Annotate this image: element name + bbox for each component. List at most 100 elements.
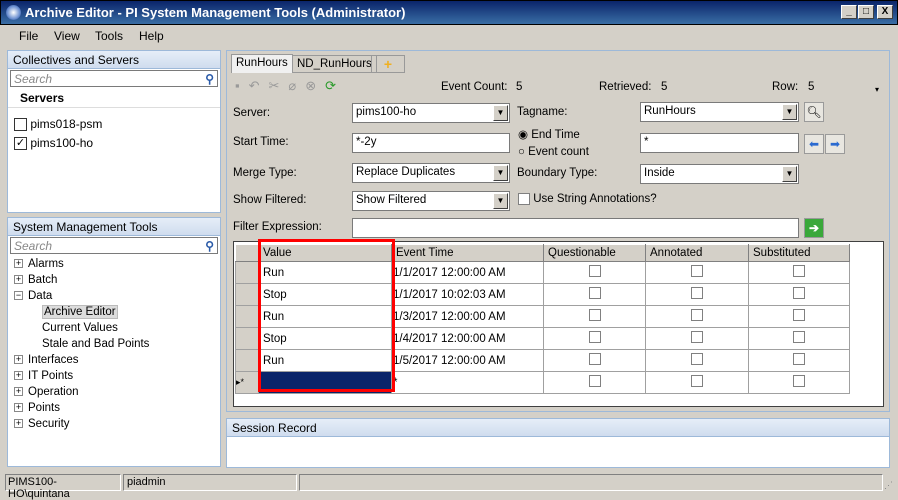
row-header[interactable] (235, 305, 259, 328)
save-icon[interactable]: ▪ (235, 78, 249, 93)
delete-icon[interactable]: ⊗ (305, 78, 325, 93)
row-header[interactable] (235, 349, 259, 372)
substituted-cell[interactable] (748, 305, 850, 328)
resize-grip-icon[interactable]: ⋰ (884, 480, 893, 491)
menu-view[interactable]: View (54, 29, 80, 43)
filter-expression-input[interactable] (352, 218, 799, 238)
column-header-event-time[interactable]: Event Time (391, 244, 544, 262)
menu-file[interactable]: File (19, 29, 38, 43)
apply-filter-button[interactable]: ➔ (804, 218, 824, 238)
menu-help[interactable]: Help (139, 29, 164, 43)
cut-icon[interactable]: ✂ (269, 78, 289, 93)
merge-type-select[interactable]: Replace Duplicates ▼ (352, 163, 510, 183)
end-time-input[interactable]: * (640, 133, 799, 153)
substituted-checkbox[interactable] (793, 287, 805, 299)
expand-icon[interactable]: + (14, 275, 23, 285)
start-time-input[interactable]: *-2y (352, 133, 510, 153)
annotated-checkbox[interactable] (691, 287, 703, 299)
tree-item[interactable]: + IT Points (14, 370, 220, 386)
event-time-cell[interactable]: * (391, 371, 544, 394)
substituted-cell[interactable] (748, 327, 850, 350)
questionable-checkbox[interactable] (588, 287, 601, 299)
previous-button[interactable]: ⬅ (804, 134, 824, 154)
annotated-checkbox[interactable] (691, 353, 703, 365)
expand-icon[interactable]: + (14, 259, 23, 269)
end-time-radio[interactable]: ◉ End Time (518, 127, 580, 141)
expand-icon[interactable]: + (14, 419, 23, 429)
string-annotations-checkbox[interactable]: Use String Annotations? (518, 193, 657, 205)
minimize-button[interactable]: _ (841, 5, 857, 19)
search-icon[interactable]: ⚲ (205, 239, 214, 253)
tree-item[interactable]: + Security (14, 418, 220, 434)
questionable-cell[interactable] (543, 305, 646, 328)
questionable-checkbox[interactable] (588, 375, 601, 387)
server-select[interactable]: pims100-ho ▼ (352, 103, 510, 123)
row-header[interactable] (235, 283, 259, 306)
tree-item[interactable]: Stale and Bad Points (14, 338, 220, 354)
tree-item[interactable]: − Data (14, 290, 220, 306)
event-time-cell[interactable]: 1/1/2017 12:00:00 AM (391, 261, 544, 284)
collectives-search-input[interactable]: Search ⚲ (10, 70, 218, 87)
event-time-cell[interactable]: 1/3/2017 12:00:00 AM (391, 305, 544, 328)
expand-icon[interactable]: + (14, 403, 23, 413)
substituted-checkbox[interactable] (793, 331, 805, 343)
next-button[interactable]: ➡ (825, 134, 845, 154)
attach-icon[interactable]: ⌀ (288, 78, 305, 93)
refresh-icon[interactable]: ⟳ (325, 78, 345, 93)
questionable-cell[interactable] (543, 349, 646, 372)
substituted-cell[interactable] (748, 349, 850, 372)
questionable-cell[interactable] (543, 371, 646, 394)
annotated-cell[interactable] (645, 283, 749, 306)
annotated-checkbox[interactable] (691, 331, 703, 343)
annotated-checkbox[interactable] (691, 265, 703, 277)
substituted-cell[interactable] (748, 261, 850, 284)
annotated-checkbox[interactable] (691, 375, 703, 387)
expand-icon[interactable]: + (14, 387, 23, 397)
annotated-cell[interactable] (645, 349, 749, 372)
boundary-type-select[interactable]: Inside ▼ (640, 164, 799, 184)
questionable-cell[interactable] (543, 327, 646, 350)
tree-item[interactable]: + Batch (14, 274, 220, 290)
tag-search-button[interactable]: 🔍︎ (804, 102, 824, 122)
annotated-cell[interactable] (645, 371, 749, 394)
undo-icon[interactable]: ↶ (249, 78, 269, 93)
expand-icon[interactable]: + (14, 371, 23, 381)
close-button[interactable]: X (877, 5, 893, 19)
questionable-checkbox[interactable] (588, 265, 601, 277)
row-header[interactable] (235, 327, 259, 350)
annotated-cell[interactable] (645, 305, 749, 328)
tree-item[interactable]: + Alarms (14, 258, 220, 274)
column-header-annotated[interactable]: Annotated (645, 244, 749, 262)
server-item[interactable]: pims018-psm (14, 117, 214, 136)
row-header[interactable] (235, 261, 259, 284)
tree-item[interactable]: Current Values (14, 322, 220, 338)
substituted-checkbox[interactable] (793, 375, 805, 387)
event-time-cell[interactable]: 1/4/2017 12:00:00 AM (391, 327, 544, 350)
tab-runhours[interactable]: RunHours (231, 54, 293, 73)
tab-nd-runhours[interactable]: ND_RunHours (292, 55, 377, 73)
maximize-button[interactable]: □ (858, 5, 874, 19)
questionable-checkbox[interactable] (588, 353, 601, 365)
server-checkbox[interactable] (14, 118, 27, 132)
event-time-cell[interactable]: 1/1/2017 10:02:03 AM (391, 283, 544, 306)
substituted-cell[interactable] (748, 371, 850, 394)
substituted-checkbox[interactable] (793, 265, 805, 277)
column-header-substituted[interactable]: Substituted (748, 244, 850, 262)
annotated-cell[interactable] (645, 261, 749, 284)
collapse-icon[interactable]: − (14, 291, 23, 301)
questionable-checkbox[interactable] (588, 309, 601, 321)
questionable-checkbox[interactable] (588, 331, 601, 343)
server-checkbox[interactable]: ✓ (14, 137, 27, 151)
toolbar-overflow-icon[interactable]: ▾ (875, 85, 879, 94)
annotated-cell[interactable] (645, 327, 749, 350)
tree-item[interactable]: + Points (14, 402, 220, 418)
search-icon[interactable]: ⚲ (205, 72, 214, 86)
column-header-questionable[interactable]: Questionable (543, 244, 646, 262)
smt-search-input[interactable]: Search ⚲ (10, 237, 218, 254)
expand-icon[interactable]: + (14, 355, 23, 365)
tree-item[interactable]: + Interfaces (14, 354, 220, 370)
event-time-cell[interactable]: 1/5/2017 12:00:00 AM (391, 349, 544, 372)
add-tab-button[interactable]: + (371, 55, 405, 73)
tree-item[interactable]: Archive Editor (14, 305, 220, 322)
tree-item[interactable]: + Operation (14, 386, 220, 402)
